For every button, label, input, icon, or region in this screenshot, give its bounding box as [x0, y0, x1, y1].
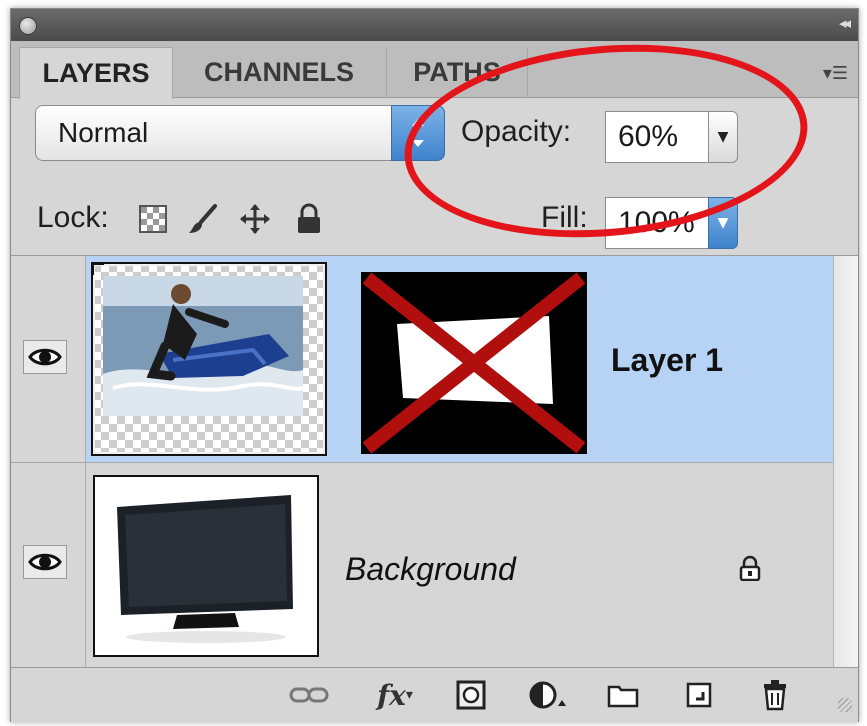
opacity-field[interactable]: 60%: [605, 111, 709, 163]
jetski-photo-image: [95, 266, 323, 452]
visibility-column: [11, 256, 86, 462]
layer-mask-image: [362, 272, 586, 454]
background-lock-icon: [739, 555, 761, 586]
lock-label: Lock:: [37, 201, 109, 234]
new-layer-icon[interactable]: [679, 676, 719, 714]
layer-1-name[interactable]: Layer 1: [611, 342, 723, 379]
blend-mode-value: Normal: [58, 117, 149, 148]
resize-grip-icon[interactable]: [838, 698, 852, 712]
layers-bottom-toolbar: fx ▾: [11, 667, 858, 722]
visibility-eye-icon-background[interactable]: [23, 545, 67, 579]
trash-icon[interactable]: [755, 676, 795, 714]
tab-channels[interactable]: CHANNELS: [172, 47, 387, 97]
layers-scrollbar[interactable]: [833, 256, 858, 668]
lock-position-icon[interactable]: [239, 203, 271, 240]
layers-panel: ◂◂ LAYERS CHANNELS PATHS ▾☰ Normal Opaci…: [10, 8, 859, 722]
opacity-value: 60%: [618, 120, 679, 153]
fx-icon[interactable]: fx ▾: [367, 676, 423, 714]
layers-list: Layer 1 Background: [11, 255, 858, 668]
opacity-label: Opacity:: [461, 115, 572, 148]
lock-image-pixels-icon[interactable]: [187, 203, 219, 240]
tab-paths-label: PATHS: [413, 56, 501, 87]
layer-row-background[interactable]: Background: [11, 463, 858, 668]
blend-mode-select[interactable]: Normal: [35, 105, 445, 161]
tab-layers[interactable]: LAYERS: [19, 47, 173, 99]
tab-channels-label: CHANNELS: [203, 56, 354, 87]
panel-tab-bar: LAYERS CHANNELS PATHS ▾☰: [11, 41, 858, 99]
adjustment-layer-icon[interactable]: [523, 676, 575, 714]
fill-value: 100%: [618, 206, 695, 239]
layer-row-layer-1[interactable]: Layer 1: [11, 256, 858, 463]
visibility-eye-icon[interactable]: [23, 340, 67, 374]
panel-menu-icon[interactable]: ▾☰: [823, 63, 848, 84]
fill-dropdown-button[interactable]: ▼: [708, 197, 738, 249]
lock-transparent-pixels-icon[interactable]: [139, 205, 167, 238]
layer-1-thumbnail[interactable]: [91, 262, 327, 456]
close-panel-icon[interactable]: [19, 17, 37, 35]
background-layer-name[interactable]: Background: [345, 551, 516, 588]
visibility-column-background: [11, 463, 86, 667]
collapse-panel-icon[interactable]: ◂◂: [839, 14, 851, 32]
link-layers-icon[interactable]: [283, 676, 335, 714]
tab-layers-label: LAYERS: [42, 58, 150, 88]
fill-field[interactable]: 100%: [605, 197, 709, 249]
layer-mask-thumbnail[interactable]: [361, 272, 587, 454]
panel-title-bar[interactable]: ◂◂: [11, 9, 858, 41]
fill-label: Fill:: [541, 201, 588, 234]
new-group-icon[interactable]: [603, 676, 643, 714]
add-mask-icon[interactable]: [451, 676, 491, 714]
lock-all-icon[interactable]: [295, 203, 323, 240]
background-thumbnail[interactable]: [93, 475, 319, 657]
opacity-dropdown-button[interactable]: ▼: [708, 111, 738, 163]
blend-mode-dropdown-icon[interactable]: [391, 105, 445, 161]
tab-paths[interactable]: PATHS: [387, 47, 528, 97]
tv-image: [117, 495, 293, 643]
